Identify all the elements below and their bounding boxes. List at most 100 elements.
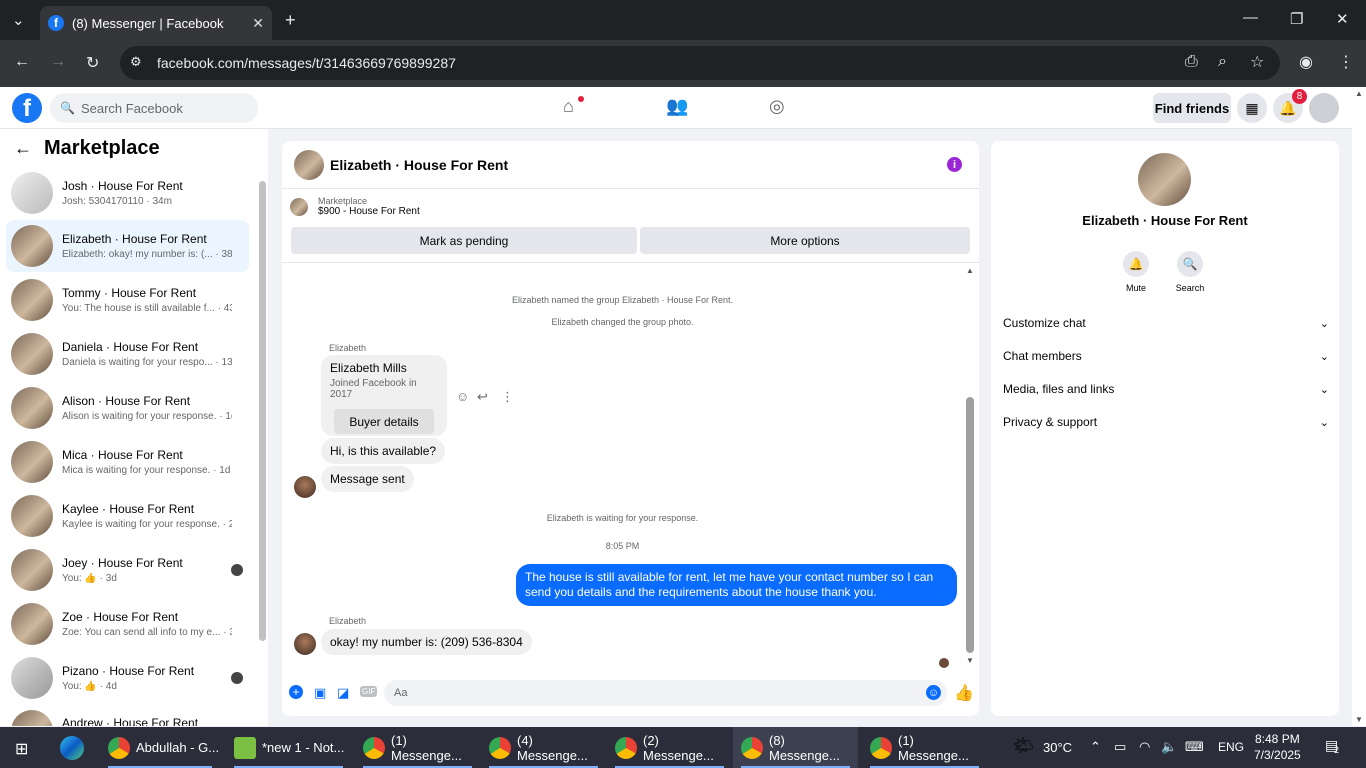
language-indicator[interactable]: ENG: [1218, 740, 1244, 754]
thumbs-up-icon[interactable]: 👍: [954, 683, 974, 703]
listing-summary[interactable]: Marketplace $900 - House For Rent: [290, 196, 420, 217]
mute-action[interactable]: 🔔 Mute: [1116, 251, 1156, 293]
conversation-item[interactable]: Daniela · House For Rent Daniela is waiti…: [6, 328, 249, 380]
chat-avatar[interactable]: [294, 149, 324, 180]
chat-avatar-large: [1138, 153, 1191, 206]
groups-icon[interactable]: ◎: [769, 96, 785, 117]
taskbar-item[interactable]: (1) Messenge...: [862, 727, 987, 768]
conversation-item[interactable]: Andrew · House For Rent: [6, 706, 249, 726]
chrome-icon: [615, 736, 637, 759]
conversation-item[interactable]: Mica · House For Rent Mica is waiting for…: [6, 436, 249, 488]
chat-members-section[interactable]: Chat members ⌄: [1003, 349, 1329, 363]
listing-price: $900 - House For Rent: [318, 206, 420, 217]
chevron-down-icon: ⌄: [1319, 350, 1329, 363]
conversation-item[interactable]: Zoe · House For Rent Zoe: You can send al…: [6, 598, 249, 650]
back-icon[interactable]: ←: [14, 53, 30, 71]
chat-scrollbar[interactable]: [966, 397, 974, 653]
wifi-icon[interactable]: ◠: [1139, 739, 1150, 755]
notification-badge: 8: [1292, 89, 1307, 104]
zoom-icon[interactable]: ⌕: [1218, 53, 1227, 71]
back-arrow-icon[interactable]: ←: [14, 138, 32, 159]
scroll-down-icon[interactable]: ▼: [1355, 715, 1363, 724]
conversation-item[interactable]: Kaylee · House For Rent Kaylee is waiting…: [6, 490, 249, 542]
friends-icon[interactable]: 👥: [666, 96, 688, 117]
sticker-icon[interactable]: ◪: [337, 685, 349, 701]
more-actions-icon[interactable]: ⋮: [501, 389, 514, 405]
windows-start-icon[interactable]: ⊞: [15, 739, 28, 759]
media-files-section[interactable]: Media, files and links ⌄: [1003, 382, 1329, 396]
reload-icon[interactable]: ↻: [86, 53, 99, 73]
privacy-support-section[interactable]: Privacy & support ⌄: [1003, 415, 1329, 429]
keyboard-icon[interactable]: ⌨: [1185, 739, 1204, 755]
menu-dots-icon[interactable]: ⋮: [1338, 52, 1354, 72]
chevron-down-icon: ⌄: [1319, 317, 1329, 330]
clock-time: 8:48 PM: [1255, 732, 1300, 746]
emoji-icon[interactable]: ☺: [926, 685, 941, 700]
search-icon: 🔍: [1177, 251, 1203, 277]
conversation-item[interactable]: Joey · House For Rent You: 👍 · 3d: [6, 544, 249, 596]
browser-titlebar: ⌄ f (8) Messenger | Facebook ✕ + — ❐ ✕: [0, 0, 1366, 40]
meet-icon[interactable]: ▭: [1114, 739, 1126, 755]
forward-icon[interactable]: →: [50, 53, 66, 71]
conversation-item[interactable]: Josh · House For Rent Josh: 5304170110 · …: [6, 167, 249, 219]
conversation-name: Andrew · House For Rent: [62, 716, 199, 726]
conversation-preview: Mica is waiting for your response. · 1d: [62, 465, 231, 476]
tray-chevron-up-icon[interactable]: ⌃: [1090, 739, 1101, 755]
notification-center-count: 2: [1334, 745, 1340, 755]
menu-grid-icon[interactable]: ▦: [1237, 93, 1267, 123]
account-avatar[interactable]: [1309, 93, 1339, 123]
scroll-up-icon[interactable]: ▲: [1355, 89, 1363, 98]
facebook-search-input[interactable]: 🔍 Search Facebook: [50, 93, 258, 123]
conversation-item[interactable]: Alison · House For Rent Alison is waiting…: [6, 382, 249, 434]
scroll-down-icon[interactable]: ▼: [966, 656, 974, 665]
plus-icon[interactable]: +: [289, 685, 303, 699]
buyer-details-button[interactable]: Buyer details: [334, 409, 434, 434]
close-tab-icon[interactable]: ✕: [252, 15, 264, 32]
system-message: Elizabeth named the group Elizabeth · Ho…: [511, 295, 734, 305]
reply-icon[interactable]: ↩: [477, 389, 488, 405]
conversation-item[interactable]: Elizabeth · House For Rent Elizabeth: oka…: [6, 220, 249, 272]
info-icon[interactable]: i: [947, 157, 962, 172]
taskbar-item[interactable]: Abdullah - G...: [100, 727, 220, 768]
chat-title[interactable]: Elizabeth · House For Rent: [330, 157, 508, 173]
taskbar-item-active[interactable]: (8) Messenge...: [733, 727, 858, 768]
system-message: Elizabeth changed the group photo.: [551, 317, 694, 327]
sidebar-scrollbar[interactable]: [259, 181, 266, 641]
gif-icon[interactable]: GIF: [360, 686, 378, 697]
install-app-icon[interactable]: ⎙: [1185, 53, 1198, 71]
address-bar[interactable]: ⚙ facebook.com/messages/t/31463669769899…: [120, 46, 1280, 80]
weather-icon[interactable]: 🌤: [1013, 736, 1035, 756]
customize-chat-section[interactable]: Customize chat ⌄: [1003, 316, 1329, 330]
scroll-up-icon[interactable]: ▲: [966, 266, 974, 275]
more-options-button[interactable]: More options: [640, 227, 970, 254]
conversation-item[interactable]: Tommy · House For Rent You: The house is …: [6, 274, 249, 326]
mark-pending-button[interactable]: Mark as pending: [291, 227, 637, 254]
react-emoji-icon[interactable]: ☺: [456, 389, 469, 404]
profile-icon[interactable]: ◉: [1299, 52, 1313, 72]
system-clock[interactable]: 8:48 PM 7/3/2025: [1254, 731, 1301, 763]
photo-icon[interactable]: ▣: [314, 685, 326, 701]
taskbar-item[interactable]: (4) Messenge...: [481, 727, 606, 768]
new-tab-icon[interactable]: +: [285, 10, 296, 31]
taskbar-item[interactable]: (1) Messenge...: [355, 727, 480, 768]
page-scrollbar[interactable]: ▲ ▼: [1352, 87, 1366, 726]
message-input[interactable]: Aa ☺: [384, 680, 947, 706]
edge-icon[interactable]: [60, 736, 84, 760]
volume-icon[interactable]: 🔈: [1161, 739, 1177, 755]
home-icon[interactable]: ⌂: [563, 96, 574, 117]
taskbar-item[interactable]: (2) Messenge...: [607, 727, 732, 768]
search-action[interactable]: 🔍 Search: [1170, 251, 1210, 293]
browser-tab[interactable]: f (8) Messenger | Facebook ✕: [40, 6, 272, 40]
temperature[interactable]: 30°C: [1043, 740, 1072, 755]
taskbar-item[interactable]: *new 1 - Not...: [226, 727, 351, 768]
bookmark-star-icon[interactable]: ☆: [1250, 52, 1264, 72]
system-message: Elizabeth is waiting for your response.: [546, 513, 699, 523]
minimize-icon[interactable]: —: [1243, 9, 1258, 26]
find-friends-button[interactable]: Find friends: [1153, 93, 1231, 123]
site-info-icon[interactable]: ⚙: [130, 54, 142, 70]
facebook-logo-icon[interactable]: f: [12, 93, 42, 123]
restore-icon[interactable]: ❐: [1290, 10, 1303, 28]
conversation-item[interactable]: Pizano · House For Rent You: 👍 · 4d: [6, 652, 249, 704]
tab-search-icon[interactable]: ⌄: [12, 11, 25, 29]
close-window-icon[interactable]: ✕: [1336, 10, 1349, 28]
